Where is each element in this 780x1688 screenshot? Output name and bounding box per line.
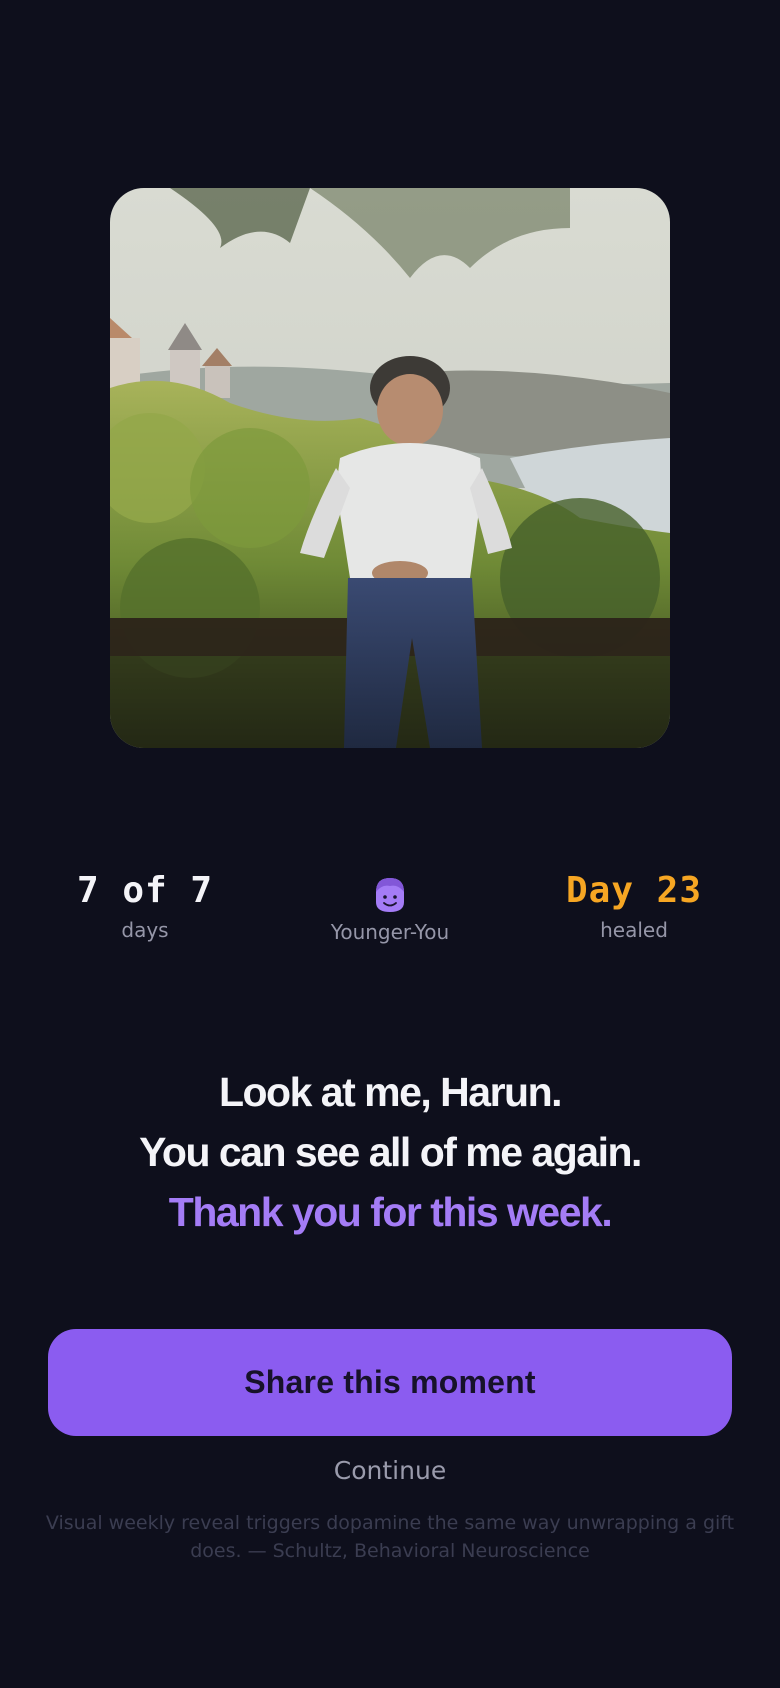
message-line-2: You can see all of me again. [139, 1129, 642, 1175]
streak-value: Day 23 [565, 870, 703, 911]
continue-link[interactable]: Continue [0, 1456, 780, 1485]
message-line-3: Thank you for this week. [168, 1189, 613, 1235]
streak-label: healed [600, 918, 668, 942]
message-line-1: Look at me, Harun. [218, 1069, 563, 1115]
persona-stat: Younger-You [270, 868, 510, 944]
persona-label: Younger-You [330, 920, 450, 944]
progress-label: days [121, 918, 169, 942]
share-moment-button[interactable]: Share this moment [48, 1329, 732, 1436]
reveal-message: Look at me, Harun. You can see all of me… [0, 1062, 780, 1242]
progress-stat: 7 of 7 days [25, 868, 265, 942]
footnote-citation: Visual weekly reveal triggers dopamine t… [45, 1512, 735, 1562]
weekly-reveal-screen: 7 of 7 days Younger-You Day 23 healed Lo… [0, 0, 780, 1688]
childhood-photo [110, 188, 670, 748]
progress-value: 7 of 7 [76, 870, 214, 911]
streak-stat: Day 23 healed [514, 868, 754, 942]
younger-you-face-icon [376, 878, 404, 912]
